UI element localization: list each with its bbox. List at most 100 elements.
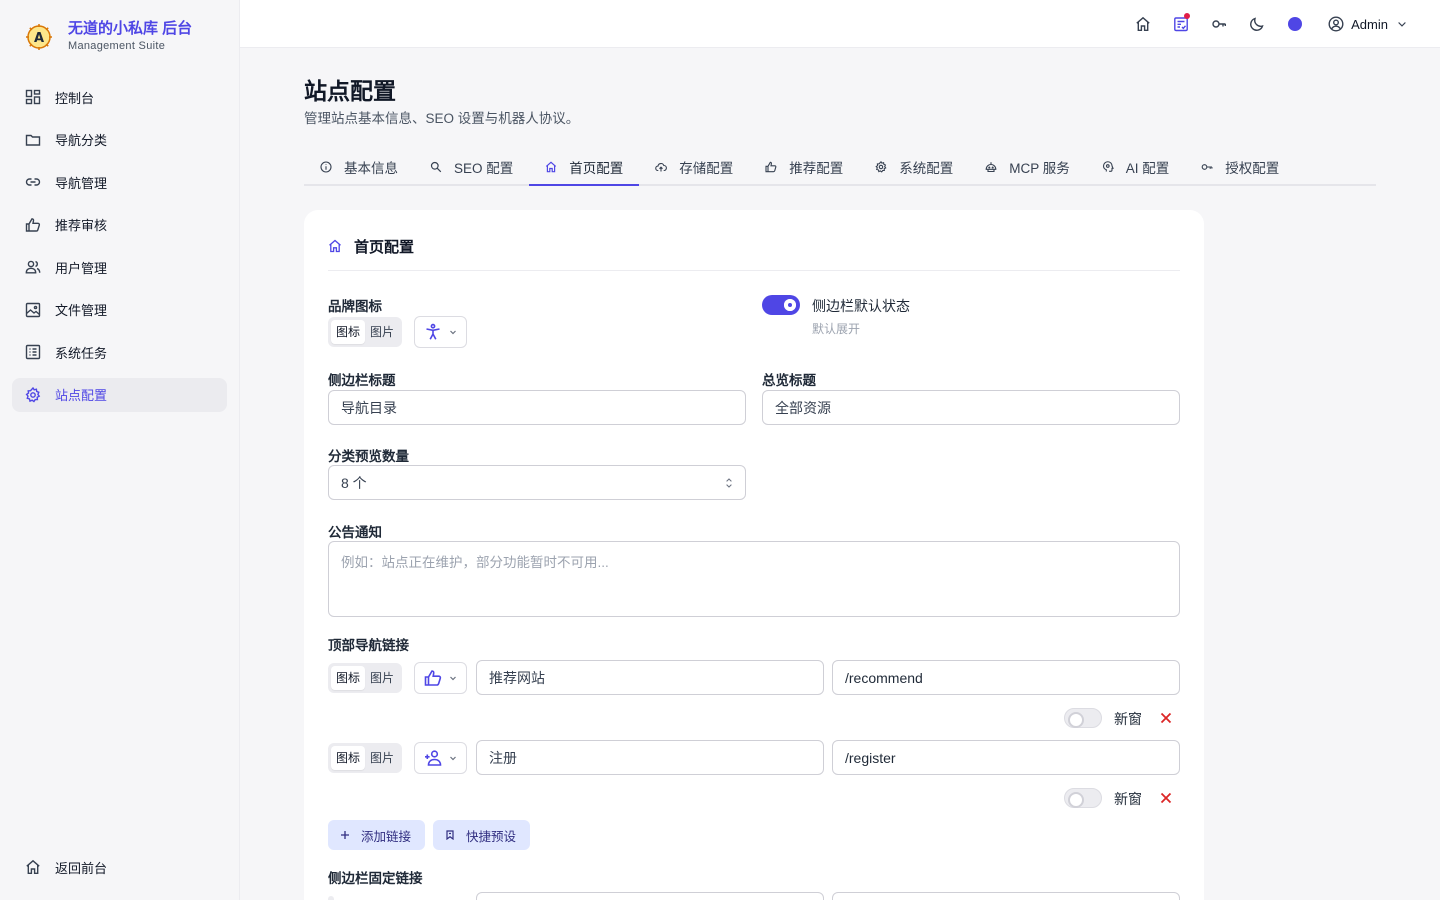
seg-image-option[interactable]: 图片 <box>365 320 399 344</box>
gear-icon <box>25 386 41 402</box>
tab-label: 存储配置 <box>679 161 734 176</box>
sidebar-title-label: 侧边栏标题 <box>328 373 396 388</box>
delete-link-button[interactable] <box>1159 711 1173 725</box>
sidebar-item-site-config[interactable]: 站点配置 <box>12 377 227 412</box>
quick-preset-label: 快捷预设 <box>466 829 517 844</box>
preview-count-select[interactable]: 8 个 <box>328 465 746 500</box>
cloud-upload-icon <box>655 162 668 172</box>
sidebar-item-dashboard[interactable]: 控制台 <box>12 80 227 114</box>
tab-seo[interactable]: SEO 配置 <box>414 150 529 184</box>
link-path-input[interactable]: /recommend <box>832 660 1180 695</box>
home-icon <box>1136 16 1150 31</box>
seg-image-option[interactable]: 图片 <box>365 666 399 690</box>
sidebar-item-label: 系统任务 <box>55 345 108 361</box>
fixed-link-name-input[interactable] <box>476 892 824 900</box>
tab-mcp[interactable]: MCP 服务 <box>969 150 1086 184</box>
sidebar-default-toggle[interactable] <box>762 295 800 315</box>
brand[interactable]: A 无道的小私库 后台 Management Suite <box>24 20 192 54</box>
seg-icon-option[interactable]: 图标 <box>331 320 366 344</box>
notification-dot <box>1184 13 1191 19</box>
sidebar-item-users[interactable]: 用户管理 <box>12 250 227 284</box>
sidebar-item-label: 文件管理 <box>55 303 108 318</box>
home-icon <box>546 161 557 173</box>
seg-icon-option[interactable]: 图标 <box>331 666 366 690</box>
sidebar-item-nav-manage[interactable]: 导航管理 <box>12 165 227 199</box>
tab-ai[interactable]: AI 配置 <box>1086 150 1186 184</box>
fixed-link-path-input[interactable] <box>832 892 1180 900</box>
new-window-toggle[interactable] <box>1064 788 1102 808</box>
tasks-button[interactable] <box>1162 8 1200 40</box>
sidebar-item-back-front[interactable]: 返回前台 <box>12 850 227 884</box>
chevron-down-icon <box>450 330 456 335</box>
dashboard-icon <box>25 89 41 105</box>
thumbs-up-icon <box>424 670 442 686</box>
homepage-config-card: 首页配置 品牌图标 图标 图片 侧边栏默认状态 默认展开 侧边栏标题 导航目录 … <box>304 210 1204 900</box>
folder-icon <box>25 134 41 146</box>
link-icon-picker[interactable] <box>414 742 467 774</box>
svg-text:A: A <box>34 31 44 46</box>
image-icon <box>25 302 41 317</box>
seg-icon-option[interactable]: 图标 <box>331 746 366 770</box>
seg-image-option[interactable]: 图片 <box>365 746 399 770</box>
quick-preset-button[interactable]: 快捷预设 <box>433 820 531 850</box>
users-icon <box>25 260 41 274</box>
link-icon-type-switch: 图标 图片 <box>328 663 403 693</box>
tab-label: 系统配置 <box>899 161 954 176</box>
link-icon-picker[interactable] <box>414 662 467 694</box>
sidebar-item-label: 推荐审核 <box>55 218 108 233</box>
sidebar-default-label: 侧边栏默认状态 <box>812 298 910 314</box>
home-icon <box>26 859 40 874</box>
add-link-button[interactable]: 添加链接 <box>328 820 426 850</box>
tab-label: AI 配置 <box>1125 161 1170 176</box>
key-icon <box>1201 164 1213 170</box>
link-name-input[interactable]: 推荐网站 <box>476 660 824 695</box>
tab-homepage[interactable]: 首页配置 <box>529 150 640 186</box>
robot-icon <box>985 162 997 173</box>
sidebar-default-hint: 默认展开 <box>812 322 861 336</box>
dark-mode-toggle[interactable] <box>1238 8 1276 40</box>
gear-icon <box>875 161 887 173</box>
link-path-input[interactable]: /register <box>832 740 1180 775</box>
user-menu[interactable]: Admin <box>1328 16 1408 32</box>
bookmark-icon <box>446 830 454 840</box>
tab-storage[interactable]: 存储配置 <box>639 150 749 184</box>
home-button[interactable] <box>1124 8 1162 40</box>
tab-system[interactable]: 系统配置 <box>859 150 969 184</box>
link-icon <box>25 178 41 186</box>
new-window-toggle[interactable] <box>1064 708 1102 728</box>
theme-color-button[interactable] <box>1276 8 1314 40</box>
key-button[interactable] <box>1200 8 1238 40</box>
sidebar-item-label: 站点配置 <box>55 388 108 403</box>
sidebar: A 无道的小私库 后台 Management Suite 控制台 导航分类 导航… <box>0 0 240 900</box>
topbar: Admin <box>240 0 1440 48</box>
theme-color-dot <box>1288 17 1303 31</box>
sidebar-item-tasks[interactable]: 系统任务 <box>12 335 227 369</box>
tab-basic-info[interactable]: 基本信息 <box>304 150 414 184</box>
sidebar-item-nav-category[interactable]: 导航分类 <box>12 123 227 157</box>
card-header: 首页配置 <box>328 236 1180 271</box>
page-description: 管理站点基本信息、SEO 设置与机器人协议。 <box>304 111 580 126</box>
user-plus-icon <box>425 750 442 766</box>
tab-recommend[interactable]: 推荐配置 <box>749 150 859 184</box>
new-window-label: 新窗 <box>1114 791 1142 807</box>
sidebar-item-recommend-review[interactable]: 推荐审核 <box>12 208 227 242</box>
overview-title-input[interactable]: 全部资源 <box>762 390 1180 425</box>
home-icon <box>329 239 341 253</box>
link-name-input[interactable]: 注册 <box>476 740 824 775</box>
sidebar-item-files[interactable]: 文件管理 <box>12 293 227 327</box>
chevron-down-icon <box>450 756 456 761</box>
sidebar-item-label: 用户管理 <box>55 260 108 276</box>
tab-label: 首页配置 <box>569 161 624 176</box>
sidebar-title-input[interactable]: 导航目录 <box>328 390 746 425</box>
notice-textarea[interactable]: 例如：站点正在维护，部分功能暂时不可用... <box>328 541 1180 617</box>
brand-icon-label: 品牌图标 <box>328 299 382 314</box>
brain-icon <box>1102 161 1114 172</box>
delete-link-button[interactable] <box>1159 791 1173 805</box>
fixed-link-icon-type-switch <box>328 896 334 900</box>
tab-license[interactable]: 授权配置 <box>1185 150 1295 184</box>
brand-icon-picker[interactable] <box>414 316 467 348</box>
add-link-label: 添加链接 <box>361 829 412 844</box>
brand-subtitle: Management Suite <box>68 40 166 52</box>
brand-logo: A <box>26 24 52 50</box>
sidebar-nav: 控制台 导航分类 导航管理 推荐审核 用户管理 文件管理 系统任务 站点配置 <box>12 80 227 420</box>
